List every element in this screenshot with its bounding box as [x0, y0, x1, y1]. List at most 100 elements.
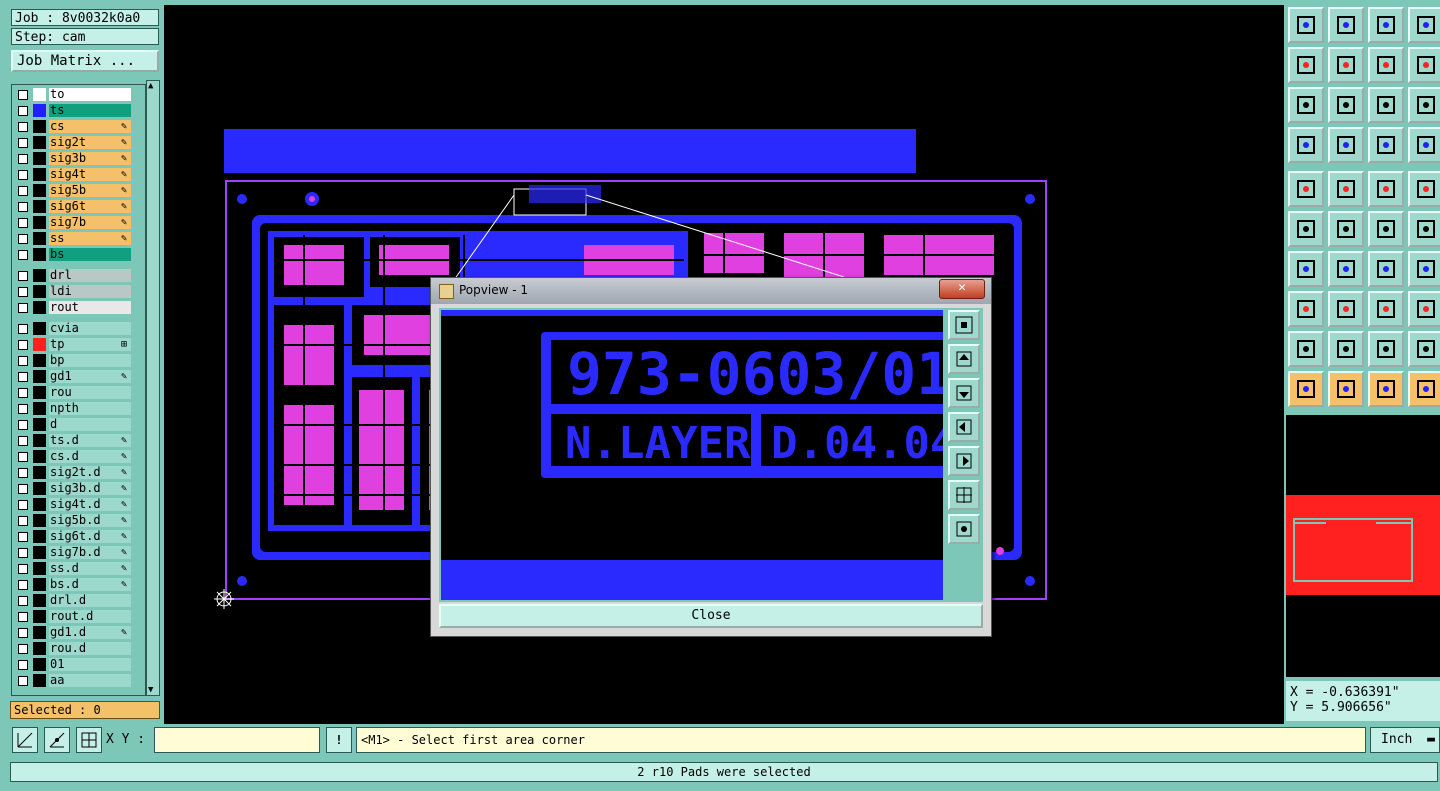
layer-color-swatch[interactable] [33, 658, 46, 671]
zoom-fit-icon[interactable] [948, 310, 980, 340]
layer-color-swatch[interactable] [33, 88, 46, 101]
popview-canvas[interactable]: 973-0603/01 N.LAYER D.04.04 [441, 310, 943, 600]
layer-color-swatch[interactable] [33, 642, 46, 655]
close-icon[interactable]: ✕ [939, 279, 985, 299]
layer-color-swatch[interactable] [33, 674, 46, 687]
layer-name[interactable]: sig6t [49, 200, 131, 213]
layers-list-icon[interactable] [1408, 127, 1440, 163]
layer-row[interactable]: sig7b.d ✎ [12, 545, 145, 560]
layer-checkbox[interactable] [18, 218, 28, 228]
layer-name[interactable]: bs.d [49, 578, 131, 591]
layer-row[interactable]: rou.d [12, 641, 145, 656]
layer-name[interactable]: cvia [49, 322, 131, 335]
layer-color-swatch[interactable] [33, 514, 46, 527]
line-pad-icon[interactable] [1368, 211, 1404, 247]
layer-checkbox[interactable] [18, 287, 28, 297]
pan-right-icon[interactable] [948, 446, 980, 476]
pointer-icon[interactable] [1288, 371, 1324, 407]
layer-row[interactable]: d [12, 417, 145, 432]
pan-up-icon[interactable] [948, 344, 980, 374]
layer-color-swatch[interactable] [33, 370, 46, 383]
layer-checkbox[interactable] [18, 186, 28, 196]
layer-color-swatch[interactable] [33, 338, 46, 351]
grid-view-icon[interactable] [1328, 127, 1364, 163]
layer-checkbox[interactable] [18, 596, 28, 606]
layer-row[interactable]: ldi [12, 284, 145, 299]
layer-color-swatch[interactable] [33, 184, 46, 197]
triangle-c-icon[interactable] [1408, 331, 1440, 367]
layer-color-swatch[interactable] [33, 578, 46, 591]
layer-checkbox[interactable] [18, 532, 28, 542]
layer-row[interactable]: ts.d ✎ [12, 433, 145, 448]
xy-input[interactable] [154, 727, 320, 753]
pad-icon[interactable] [1288, 171, 1324, 207]
layer-name[interactable]: bs [49, 248, 131, 261]
text-icon[interactable] [1408, 251, 1440, 287]
layer-checkbox[interactable] [18, 138, 28, 148]
layer-checkbox[interactable] [18, 356, 28, 366]
layer-name[interactable]: sig5b [49, 184, 131, 197]
layer-row[interactable]: cs ✎ [12, 119, 145, 134]
pad-center-icon[interactable] [1368, 291, 1404, 327]
layer-checkbox[interactable] [18, 106, 28, 116]
layer-checkbox[interactable] [18, 644, 28, 654]
export-icon[interactable] [1328, 47, 1364, 83]
layer-color-swatch[interactable] [33, 285, 46, 298]
layer-checkbox[interactable] [18, 250, 28, 260]
ruler-icon[interactable] [1368, 171, 1404, 207]
layer-row[interactable]: rout [12, 300, 145, 315]
layer-name[interactable]: sig3b.d [49, 482, 131, 495]
layer-row[interactable]: cs.d ✎ [12, 449, 145, 464]
layer-name[interactable]: cs [49, 120, 131, 133]
job-matrix-button[interactable]: Job Matrix ... [11, 50, 159, 72]
layer-row[interactable]: aa [12, 673, 145, 688]
scale-1-2-icon[interactable] [1368, 87, 1404, 123]
arc-icon[interactable] [1368, 251, 1404, 287]
layer-color-swatch[interactable] [33, 216, 46, 229]
triangle-a-icon[interactable] [1328, 331, 1364, 367]
layer-name[interactable]: rou.d [49, 642, 131, 655]
pointer-select-icon[interactable] [1328, 371, 1364, 407]
layer-row[interactable]: sig6t.d ✎ [12, 529, 145, 544]
layer-row[interactable]: bs.d ✎ [12, 577, 145, 592]
select-box-icon[interactable] [1328, 171, 1364, 207]
layer-checkbox[interactable] [18, 271, 28, 281]
layer-row[interactable]: sig6t ✎ [12, 199, 145, 214]
layer-checkbox[interactable] [18, 154, 28, 164]
layer-name[interactable]: drl.d [49, 594, 131, 607]
layer-name[interactable]: drl [49, 269, 131, 282]
layer-checkbox[interactable] [18, 516, 28, 526]
layer-checkbox[interactable] [18, 324, 28, 334]
layer-color-swatch[interactable] [33, 402, 46, 415]
layer-name[interactable]: to [49, 88, 131, 101]
layer-name[interactable]: cs.d [49, 450, 131, 463]
layer-name[interactable]: ts.d [49, 434, 131, 447]
layer-color-swatch[interactable] [33, 626, 46, 639]
scroll-down-icon[interactable]: ▼ [148, 685, 153, 695]
close-button[interactable]: Close [439, 604, 983, 628]
layer-row[interactable]: bp [12, 353, 145, 368]
layer-color-swatch[interactable] [33, 322, 46, 335]
layer-row[interactable]: sig3b.d ✎ [12, 481, 145, 496]
layer-name[interactable]: npth [49, 402, 131, 415]
layer-checkbox[interactable] [18, 628, 28, 638]
layer-name[interactable]: ss.d [49, 562, 131, 575]
zoom-icon[interactable] [1328, 87, 1364, 123]
triangle-icon[interactable] [1288, 331, 1324, 367]
layer-checkbox[interactable] [18, 436, 28, 446]
layer-checkbox[interactable] [18, 388, 28, 398]
snap-icon[interactable] [12, 727, 38, 753]
measure-icon[interactable] [44, 727, 70, 753]
overview-map[interactable] [1286, 415, 1440, 677]
scroll-up-icon[interactable]: ▲ [148, 81, 153, 91]
layer-row[interactable]: sig4t.d ✎ [12, 497, 145, 512]
layer-name[interactable]: gd1 [49, 370, 131, 383]
layer-checkbox[interactable] [18, 676, 28, 686]
layer-checkbox[interactable] [18, 303, 28, 313]
pointer-node-icon[interactable] [1368, 371, 1404, 407]
layer-name[interactable]: sig7b.d [49, 546, 131, 559]
layer-color-swatch[interactable] [33, 482, 46, 495]
layer-color-swatch[interactable] [33, 434, 46, 447]
layer-checkbox[interactable] [18, 580, 28, 590]
layers-icon[interactable] [1368, 127, 1404, 163]
